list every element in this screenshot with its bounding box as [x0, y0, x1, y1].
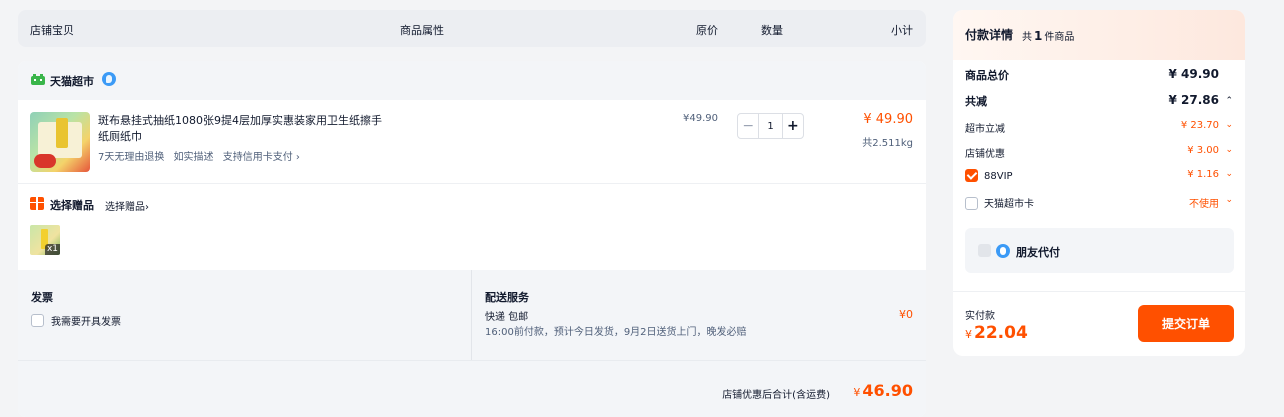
shop-name[interactable]: 天猫超市 — [50, 73, 94, 89]
submit-order-button[interactable]: 提交订单 — [1138, 305, 1234, 342]
delivery-method: 快递 包邮 — [485, 312, 529, 323]
discount-item-card-option: 天猫超市卡 — [965, 195, 1034, 210]
column-header: 店铺宝贝 商品属性 原价 数量 小计 — [18, 10, 926, 47]
invoice-section: 发票 我需要开具发票 — [31, 289, 121, 328]
delivery-detail: 16:00前付款，预计今日发货，9月2日送货上门，晚发必赔 — [485, 327, 747, 338]
discount-item-shop[interactable]: 店铺优惠 ¥ 3.00 ⌄ — [965, 145, 1233, 160]
friend-pay-checkbox[interactable] — [978, 244, 991, 257]
chevron-up-icon[interactable]: ⌃ — [1225, 96, 1233, 106]
product-row: 斑布悬挂式抽纸1080张9提4层加厚实惠装家用卫生纸擦手纸厕纸巾 7天无理由退换… — [18, 100, 926, 184]
88vip-checkbox[interactable] — [965, 169, 978, 182]
delivery-section: 配送服务 快递 包邮 16:00前付款，预计今日发货，9月2日送货上门，晚发必赔 — [485, 289, 747, 340]
tag-credit[interactable]: 支持信用卡支付 › — [223, 152, 300, 163]
product-price: ¥49.90 — [683, 113, 718, 124]
invoice-delivery: 发票 我需要开具发票 配送服务 快递 包邮 16:00前付款，预计今日发货，9月… — [18, 270, 926, 360]
payment-panel: 付款详情 共 1 件商品 商品总价 ¥ 49.90 共减 ¥ 27.86 ⌃ 超市立… — [953, 10, 1245, 356]
discount-item-card[interactable]: 天猫超市卡 不使用 ⌄ — [965, 195, 1233, 210]
product-subtotal: ¥ 49.90 — [863, 112, 913, 127]
discount-item-label: 88VIP — [984, 171, 1013, 182]
col-item: 店铺宝贝 — [30, 24, 74, 37]
divider — [471, 270, 472, 360]
actual-pay-value: ¥22.04 — [965, 323, 1028, 343]
goods-total-value: ¥ 49.90 — [1168, 67, 1219, 81]
invoice-option[interactable]: 我需要开具发票 — [31, 313, 121, 328]
col-subtotal: 小计 — [891, 24, 913, 37]
gift-thumbnail[interactable]: x1 — [30, 225, 60, 255]
discount-item-value: ¥ 3.00 — [1187, 145, 1219, 156]
divider — [953, 291, 1245, 292]
item-count: 共 1 件商品 — [1022, 28, 1074, 43]
goods-total-row: 商品总价 ¥ 49.90 — [965, 67, 1233, 83]
discount-label: 共减 — [965, 95, 987, 108]
discount-value: ¥ 27.86 — [1168, 93, 1219, 107]
shop-badge-icon[interactable] — [102, 72, 116, 86]
chevron-down-icon[interactable]: ⌄ — [1225, 145, 1233, 155]
chevron-down-icon[interactable]: ⌄ — [1225, 169, 1233, 179]
order-main: 店铺宝贝 商品属性 原价 数量 小计 天猫超市 斑布悬挂式抽纸1080张9提4层… — [18, 10, 926, 417]
shop-card: 天猫超市 斑布悬挂式抽纸1080张9提4层加厚实惠装家用卫生纸擦手纸厕纸巾 7天… — [18, 61, 926, 417]
quantity-input[interactable]: 1 — [759, 114, 781, 138]
discount-item-label: 店铺优惠 — [965, 149, 1005, 160]
payment-title: 付款详情 — [965, 28, 1014, 42]
gift-count: x1 — [44, 244, 60, 255]
gift-icon — [30, 197, 44, 210]
shipping-fee: ¥0 — [899, 308, 913, 321]
friend-pay-label: 朋友代付 — [1016, 246, 1060, 259]
gift-section: 选择赠品 选择赠品› x1 — [18, 184, 926, 270]
item-count-number: 1 — [1034, 29, 1043, 43]
supermarket-card-checkbox[interactable] — [965, 197, 978, 210]
delivery-title: 配送服务 — [485, 291, 529, 304]
choose-gift-link[interactable]: 选择赠品› — [105, 198, 149, 213]
discount-item-88vip-option: 88VIP — [965, 169, 1013, 182]
shop-header: 天猫超市 — [18, 61, 926, 100]
friend-pay-icon — [996, 244, 1010, 258]
tag-return: 7天无理由退换 — [98, 152, 165, 163]
discount-item-label: 天猫超市卡 — [984, 199, 1034, 210]
discount-row[interactable]: 共减 ¥ 27.86 ⌃ — [965, 93, 1233, 109]
col-qty: 数量 — [761, 24, 783, 37]
quantity-stepper: − 1 + — [737, 113, 804, 139]
shop-total-amount: 46.90 — [862, 381, 913, 400]
friend-pay-option[interactable]: 朋友代付 — [965, 228, 1234, 273]
discount-item-value: ¥ 1.16 — [1187, 169, 1219, 180]
tmall-cat-icon — [31, 74, 45, 85]
discount-item-label: 超市立减 — [965, 124, 1005, 135]
chevron-down-icon[interactable]: ⌄ — [1225, 120, 1233, 130]
col-attr: 商品属性 — [400, 24, 444, 37]
invoice-option-label: 我需要开具发票 — [51, 317, 121, 328]
product-weight: 共2.511kg — [862, 138, 913, 149]
actual-pay-currency: ¥ — [965, 328, 972, 341]
discount-item-value: ¥ 23.70 — [1180, 120, 1219, 131]
actual-pay-amount: 22.04 — [974, 323, 1028, 343]
shop-total-value: ¥46.90 — [853, 381, 913, 400]
goods-total-label: 商品总价 — [965, 69, 1009, 82]
shop-total-currency: ¥ — [853, 386, 861, 399]
actual-pay-label: 实付款 — [965, 311, 995, 322]
shop-total-row: 店铺优惠后合计(含运费) ¥46.90 — [18, 360, 926, 417]
invoice-checkbox[interactable] — [31, 314, 44, 327]
payment-header: 付款详情 共 1 件商品 — [953, 10, 1245, 60]
chevron-down-icon[interactable]: ⌄ — [1225, 195, 1233, 205]
invoice-title: 发票 — [31, 291, 53, 304]
tag-desc: 如实描述 — [173, 152, 214, 163]
increase-button[interactable]: + — [781, 114, 803, 138]
discount-item-supermarket[interactable]: 超市立减 ¥ 23.70 ⌄ — [965, 120, 1233, 135]
decrease-button[interactable]: − — [738, 114, 760, 138]
product-tags: 7天无理由退换 如实描述 支持信用卡支付 › — [98, 148, 306, 163]
item-count-suffix: 件商品 — [1044, 32, 1075, 43]
gift-label: 选择赠品 — [50, 199, 94, 212]
shop-total-label: 店铺优惠后合计(含运费) — [722, 390, 830, 401]
item-count-prefix: 共 — [1022, 32, 1032, 43]
product-title[interactable]: 斑布悬挂式抽纸1080张9提4层加厚实惠装家用卫生纸擦手纸厕纸巾 — [98, 113, 388, 145]
discount-item-88vip[interactable]: 88VIP ¥ 1.16 ⌄ — [965, 169, 1233, 183]
col-price: 原价 — [696, 24, 718, 37]
discount-item-value: 不使用 — [1189, 199, 1219, 210]
product-image[interactable] — [30, 112, 90, 172]
